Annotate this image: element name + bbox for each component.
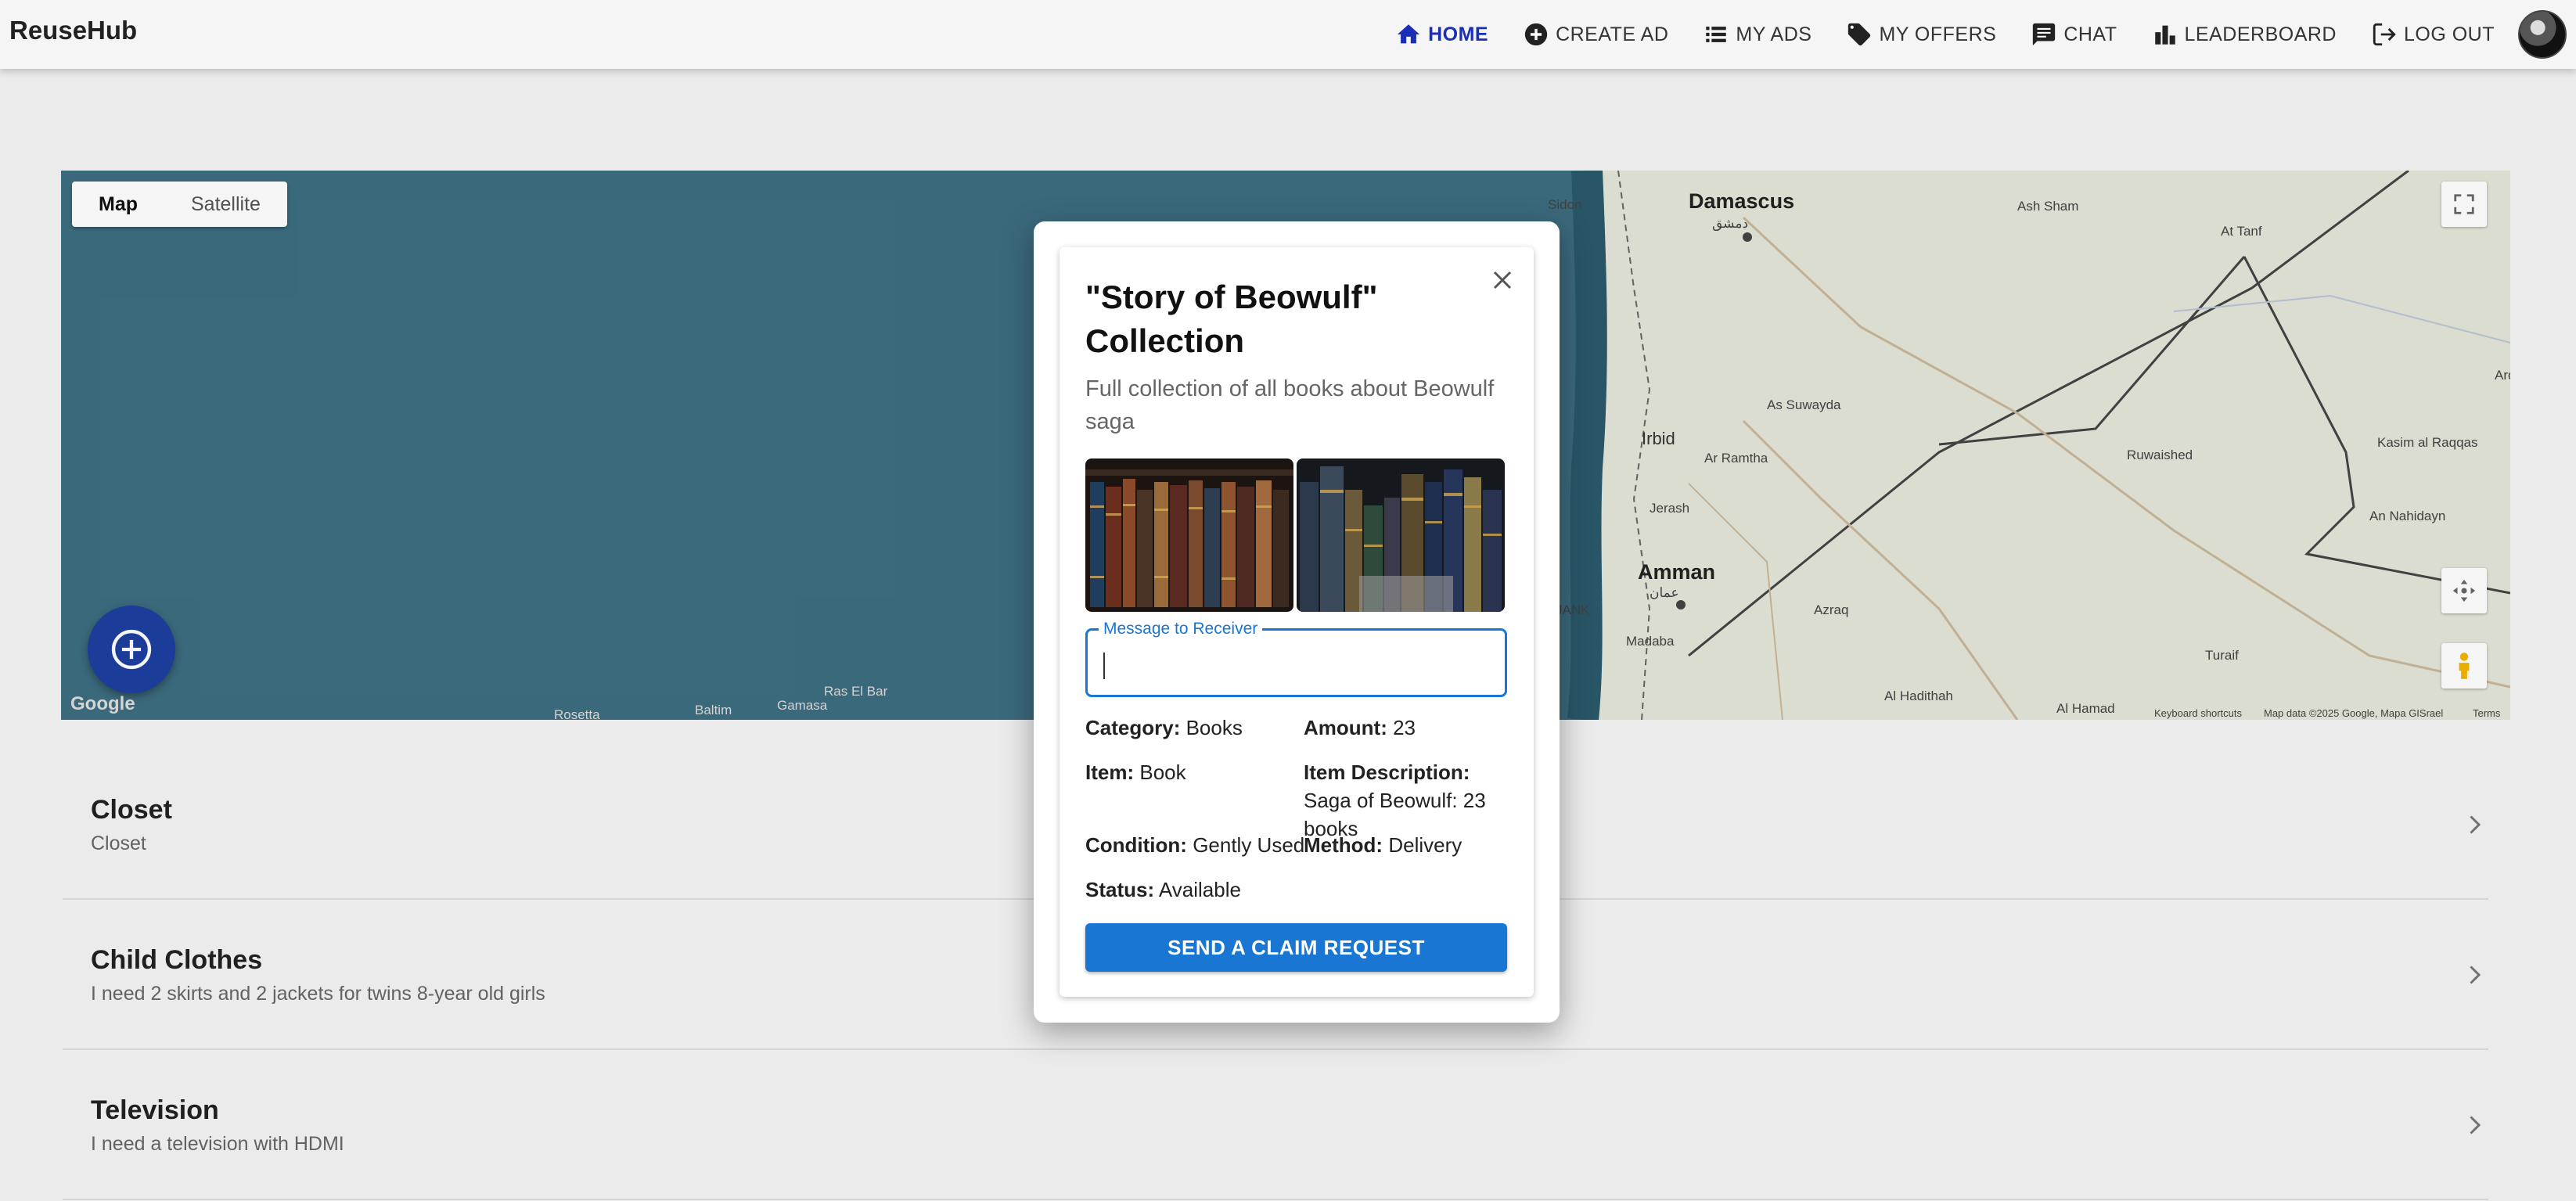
logout-icon (2369, 20, 2399, 49)
category-row: Category: Books (1085, 714, 1243, 742)
home-icon (1394, 20, 1423, 49)
nav-my-ads-label: MY ADS (1736, 23, 1812, 45)
ad-title: "Story of Beowulf" Collection (1085, 279, 1378, 359)
item-value: Book (1139, 761, 1186, 784)
chat-icon (2029, 20, 2059, 49)
message-input[interactable] (1099, 645, 1494, 681)
ad-image-2[interactable] (1297, 458, 1505, 612)
claim-dialog: "Story of Beowulf" Collection Full colle… (1034, 221, 1560, 1023)
nav-logout-label: LOG OUT (2403, 23, 2495, 45)
nav-create-ad-label: CREATE AD (1556, 23, 1669, 45)
text-cursor (1103, 653, 1105, 679)
method-label: Method: (1304, 833, 1383, 857)
books-photo-2 (1297, 458, 1505, 612)
message-field-label: Message to Receiver (1099, 620, 1263, 638)
ad-image-1[interactable] (1085, 458, 1293, 612)
nav-leaderboard[interactable]: LEADERBOARD (2150, 20, 2337, 49)
item-description-row: Item Description: Saga of Beowulf: 23 bo… (1304, 758, 1515, 843)
nav-home-label: HOME (1428, 23, 1489, 45)
item-row: Item: Book (1085, 758, 1186, 786)
books-photo-1 (1085, 458, 1293, 612)
send-claim-request-button[interactable]: SEND A CLAIM REQUEST (1085, 923, 1507, 972)
ad-description: Full collection of all books about Beowu… (1085, 376, 1495, 434)
amount-label: Amount: (1304, 716, 1387, 739)
nav-create-ad[interactable]: CREATE AD (1521, 20, 1668, 49)
nav-logout[interactable]: LOG OUT (2369, 20, 2495, 49)
main-nav: HOME CREATE AD MY ADS MY OFFERS CHAT LEA… (1361, 0, 2571, 69)
ad-detail-card: "Story of Beowulf" Collection Full colle… (1060, 247, 1534, 997)
message-field[interactable]: Message to Receiver (1085, 620, 1507, 697)
method-row: Method: Delivery (1304, 831, 1462, 859)
nav-leaderboard-label: LEADERBOARD (2184, 23, 2337, 45)
condition-label: Condition: (1085, 833, 1187, 857)
nav-my-ads[interactable]: MY ADS (1701, 20, 1811, 49)
method-value: Delivery (1388, 833, 1462, 857)
category-label: Category: (1085, 716, 1181, 739)
amount-row: Amount: 23 (1304, 714, 1416, 742)
status-value: Available (1158, 878, 1241, 901)
status-label: Status: (1085, 878, 1155, 901)
category-value: Books (1185, 716, 1243, 739)
list-icon (1701, 20, 1731, 49)
user-avatar[interactable] (2518, 10, 2567, 59)
top-app-bar: ReuseHub HOME CREATE AD MY ADS MY OFFERS… (0, 0, 2576, 69)
leaderboard-icon (2150, 20, 2180, 49)
close-icon[interactable] (1487, 264, 1518, 296)
item-label: Item: (1085, 761, 1135, 784)
nav-my-offers-label: MY OFFERS (1879, 23, 1997, 45)
add-circle-icon (1521, 20, 1551, 49)
tag-icon (1844, 20, 1874, 49)
nav-my-offers[interactable]: MY OFFERS (1844, 20, 1996, 49)
condition-value: Gently Used (1193, 833, 1305, 857)
nav-chat[interactable]: CHAT (2029, 20, 2117, 49)
nav-chat-label: CHAT (2063, 23, 2117, 45)
condition-row: Condition: Gently Used (1085, 831, 1304, 859)
nav-home[interactable]: HOME (1394, 20, 1488, 49)
item-description-label: Item Description: (1304, 761, 1470, 784)
amount-value: 23 (1393, 716, 1416, 739)
status-row: Status: Available (1085, 876, 1241, 904)
brand-logo[interactable]: ReuseHub (9, 16, 137, 45)
